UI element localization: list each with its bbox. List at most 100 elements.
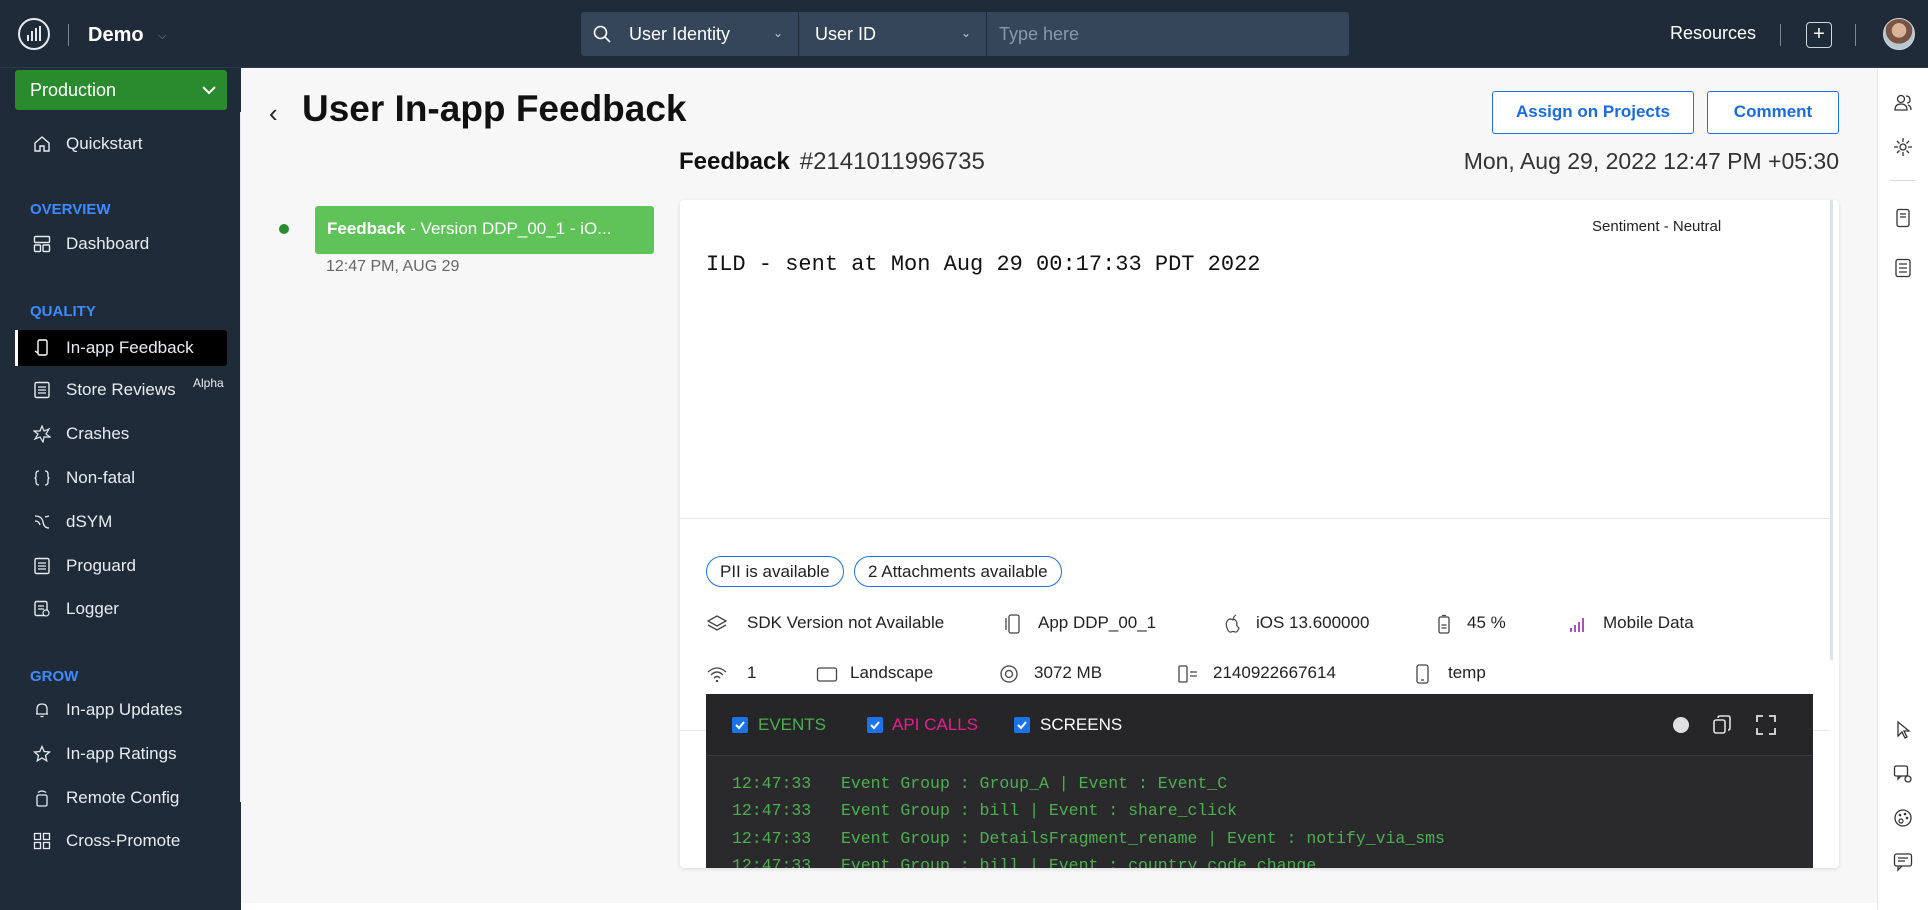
divider <box>1780 24 1781 46</box>
top-bar: Demo ⌵ User Identity ⌄ User ID ⌄ Resourc… <box>0 0 1928 68</box>
sidebar-item-logger[interactable]: Logger <box>15 591 227 627</box>
sidebar-item-in-app-feedback[interactable]: In-app Feedback <box>15 330 227 366</box>
app-logo-icon[interactable] <box>18 18 50 50</box>
sidebar-item-cross-promote[interactable]: Cross-Promote <box>15 823 227 859</box>
feedback-id: #2141011996735 <box>799 148 985 175</box>
chevron-down-icon[interactable]: ⌵ <box>158 30 166 43</box>
log-line: 12:47:33 Event Group : Group_A | Event :… <box>732 774 1228 793</box>
log-line: 12:47:33 Event Group : bill | Event : sh… <box>732 801 1238 820</box>
logger-icon <box>34 600 50 617</box>
card-scrollbar[interactable] <box>1830 200 1833 660</box>
meta-device-name: temp <box>1412 662 1512 686</box>
record-icon[interactable] <box>1670 714 1692 736</box>
sidebar-item-non-fatal[interactable]: Non-fatal <box>15 460 227 496</box>
crash-icon <box>33 425 51 443</box>
feedback-detail-card: Sentiment - Neutral ILD - sent at Mon Au… <box>680 200 1839 868</box>
screens-filter-label: SCREENS <box>1040 715 1123 734</box>
dashboard-icon <box>33 235 51 253</box>
api-calls-filter-label: API CALLS <box>892 715 978 734</box>
screens-checkbox[interactable] <box>1014 717 1030 733</box>
feedback-date: Mon, Aug 29, 2022 12:47 PM +05:30 <box>1463 148 1839 174</box>
battery-icon <box>1438 614 1450 634</box>
pii-available-pill[interactable]: PII is available <box>706 556 844 587</box>
environment-select[interactable]: Production <box>15 70 227 110</box>
disk-icon <box>1000 665 1018 683</box>
api-calls-checkbox[interactable] <box>867 717 883 733</box>
grid-icon <box>33 832 51 850</box>
assign-on-projects-button[interactable]: Assign on Projects <box>1492 91 1694 134</box>
comment-button[interactable]: Comment <box>1707 91 1839 134</box>
sidebar-item-in-app-ratings[interactable]: In-app Ratings <box>15 736 227 772</box>
meta-battery: 45 % <box>1433 612 1533 636</box>
resources-link[interactable]: Resources <box>1670 23 1756 44</box>
timeline-time: 12:47 PM, AUG 29 <box>326 258 460 275</box>
sidebar-item-remote-config[interactable]: Remote Config <box>15 780 227 816</box>
document-icon[interactable] <box>1893 258 1913 278</box>
meta-device-id: 2140922667614 <box>1177 662 1367 686</box>
sidebar-item-in-app-updates[interactable]: In-app Updates <box>15 692 227 728</box>
search-field-select[interactable]: User ID ⌄ <box>799 12 987 56</box>
attachments-available-pill[interactable]: 2 Attachments available <box>854 556 1062 587</box>
back-arrow-icon[interactable]: ‹ <box>269 98 278 129</box>
sidebar-item-label: Cross-Promote <box>66 831 181 850</box>
search-category-select[interactable]: User Identity ⌄ <box>581 12 799 56</box>
sidebar-item-quickstart[interactable]: Quickstart <box>15 126 227 162</box>
console-toolbar: EVENTS API CALLS SCREENS <box>706 694 1813 756</box>
app-name[interactable]: Demo <box>88 24 144 47</box>
copy-icon[interactable] <box>1711 714 1733 736</box>
chat-settings-icon[interactable] <box>1893 764 1913 784</box>
section-heading-quality: QUALITY <box>30 303 96 320</box>
timeline-dot <box>279 224 289 234</box>
log-line: 12:47:33 Event Group : bill | Event : co… <box>732 856 1317 868</box>
feedback-device-icon <box>34 339 48 356</box>
meta-os-version: iOS 13.600000 <box>1222 612 1402 636</box>
sidebar-item-label: Logger <box>66 599 119 618</box>
divider <box>1890 180 1916 181</box>
events-checkbox[interactable] <box>732 717 748 733</box>
sidebar-item-dashboard[interactable]: Dashboard <box>15 226 227 262</box>
sidebar-item-label: dSYM <box>66 512 113 531</box>
search-input[interactable] <box>987 12 1349 56</box>
events-filter-label: EVENTS <box>758 715 827 734</box>
chevron-down-icon <box>202 86 216 95</box>
device-id-icon <box>1178 665 1197 683</box>
layers-icon <box>706 615 728 631</box>
alpha-badge: Alpha <box>193 376 224 390</box>
sidebar-item-dsym[interactable]: dSYM <box>15 504 227 540</box>
environment-value: Production <box>30 80 117 100</box>
sidebar-item-label: Dashboard <box>66 234 150 253</box>
chevron-down-icon: ⌄ <box>773 26 784 40</box>
sidebar-item-label: Non-fatal <box>66 468 135 487</box>
add-button[interactable]: + <box>1806 22 1832 48</box>
palette-icon[interactable] <box>1893 808 1913 828</box>
right-rail <box>1877 68 1928 910</box>
app-device-icon <box>1005 614 1020 634</box>
users-icon[interactable] <box>1893 93 1913 113</box>
section-heading-overview: OVERVIEW <box>30 201 111 218</box>
feedback-label: Feedback <box>679 148 790 175</box>
sidebar-item-label: Crashes <box>66 424 130 443</box>
avatar[interactable] <box>1883 18 1915 50</box>
document-icon <box>34 381 50 399</box>
wifi-icon <box>707 667 727 683</box>
sidebar-item-proguard[interactable]: Proguard <box>15 548 227 584</box>
sidebar-item-label: Quickstart <box>66 134 143 153</box>
chevron-down-icon: ⌄ <box>961 26 972 40</box>
apple-icon <box>1225 614 1240 633</box>
fullscreen-icon[interactable] <box>1755 714 1777 736</box>
sidebar-item-label: Store Reviews <box>66 380 176 399</box>
sidebar-item-crashes[interactable]: Crashes <box>15 416 227 452</box>
device-icon[interactable] <box>1893 208 1913 228</box>
landscape-icon <box>816 667 838 682</box>
integrations-icon[interactable] <box>1893 137 1913 157</box>
feedback-heading: Feedback #2141011996735 <box>679 148 985 176</box>
sidebar-item-label: Remote Config <box>66 788 180 807</box>
timeline-feedback-card[interactable]: Feedback - Version DDP_00_1 - iO... <box>315 206 654 254</box>
divider <box>680 518 1830 519</box>
search-icon <box>593 25 611 43</box>
timeline-card-label: Feedback <box>327 219 406 238</box>
main-content: ‹ User In-app Feedback Assign on Project… <box>241 68 1877 903</box>
message-icon[interactable] <box>1893 852 1913 872</box>
pointer-click-icon[interactable] <box>1893 720 1913 740</box>
dsym-icon <box>34 515 50 529</box>
